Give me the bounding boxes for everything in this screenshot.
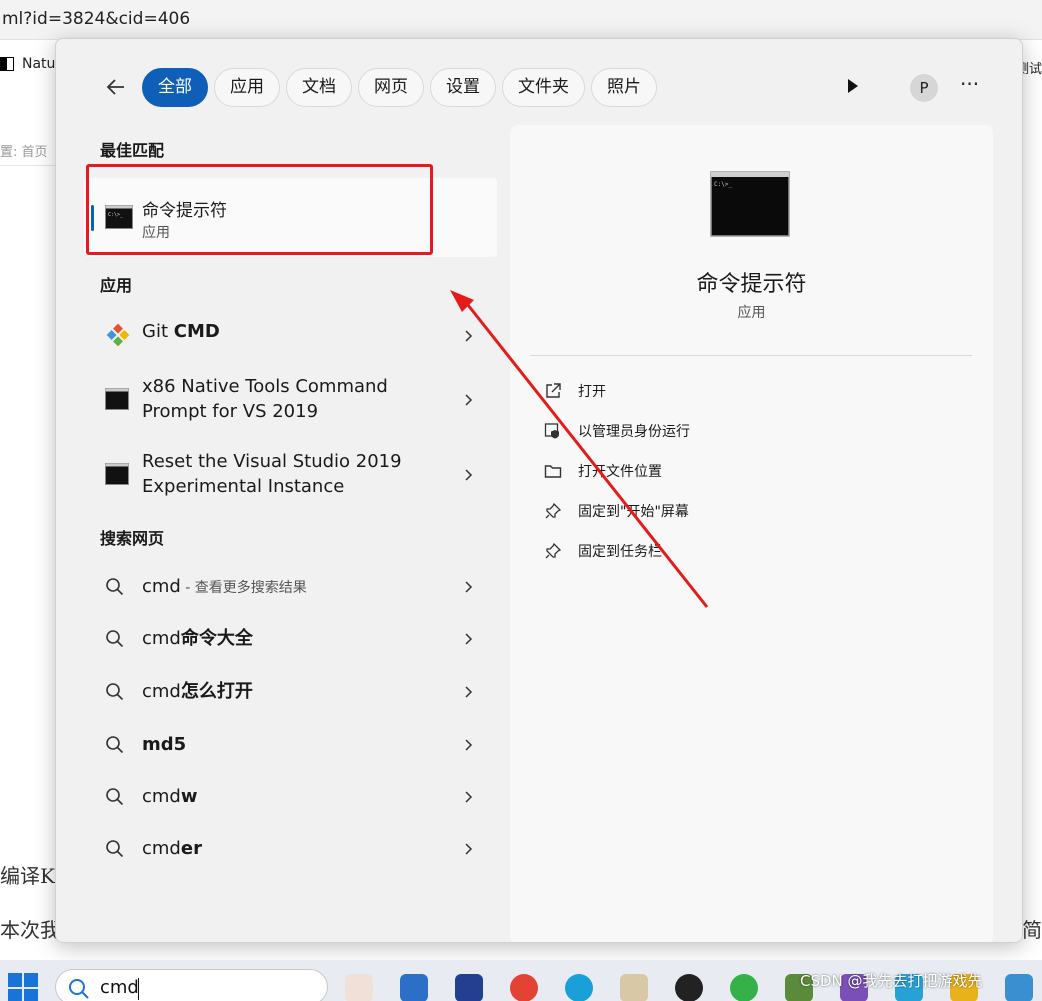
annotation-arrow [450, 290, 709, 608]
app-icon[interactable] [400, 974, 428, 1001]
app-icon[interactable] [455, 974, 483, 1001]
search-icon [69, 979, 89, 999]
text-caret [138, 978, 139, 1000]
edge-icon[interactable] [565, 974, 593, 1001]
app-icon[interactable] [1005, 974, 1033, 1001]
app-icon[interactable] [345, 974, 373, 1001]
chrome-icon[interactable] [510, 974, 538, 1001]
windows-start-icon[interactable] [8, 973, 38, 1001]
watermark: CSDN @我先去打把游戏先 [800, 972, 983, 990]
app-icon[interactable] [620, 974, 648, 1001]
wechat-icon[interactable] [730, 974, 758, 1001]
taskbar-search-box[interactable]: cmd [55, 969, 328, 1001]
qq-icon[interactable] [675, 974, 703, 1001]
taskbar-search-input[interactable]: cmd [100, 977, 139, 998]
